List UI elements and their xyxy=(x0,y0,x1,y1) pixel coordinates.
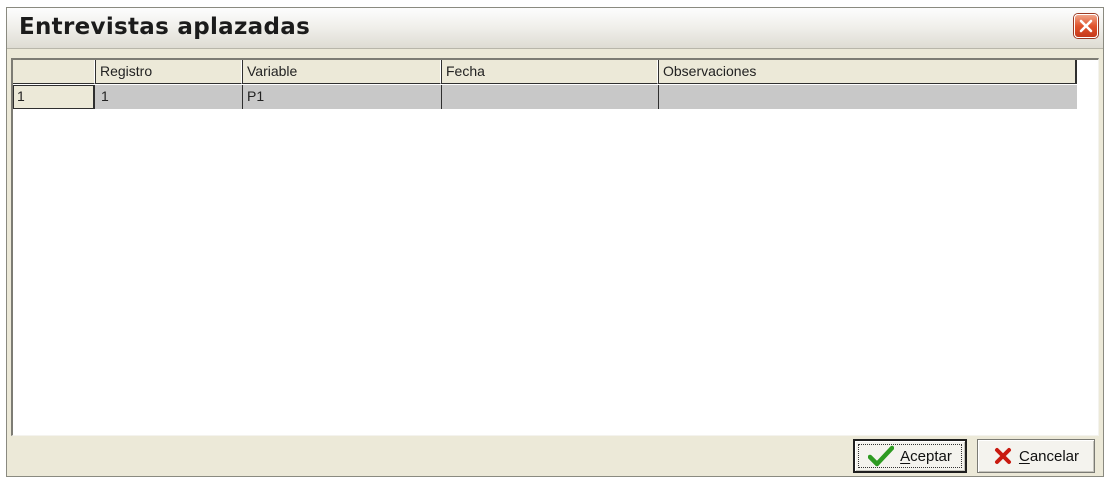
window-title: Entrevistas aplazadas xyxy=(19,14,311,40)
cancel-button[interactable]: Cancelar xyxy=(977,439,1095,473)
grid-header-row: Registro Variable Fecha Observaciones xyxy=(13,60,1077,84)
column-header-variable[interactable]: Variable xyxy=(242,60,441,84)
close-icon xyxy=(1079,19,1093,33)
column-header-observaciones[interactable]: Observaciones xyxy=(658,60,1077,84)
accept-button[interactable]: Aceptar xyxy=(853,439,967,473)
data-grid[interactable]: Registro Variable Fecha Observaciones 1 … xyxy=(11,58,1099,436)
header-corner xyxy=(13,60,95,84)
cancel-x-icon xyxy=(994,448,1011,464)
cell-registro[interactable]: 1 xyxy=(97,85,242,109)
cell-fecha[interactable] xyxy=(441,85,658,109)
button-bar: Aceptar Cancelar xyxy=(11,436,1099,474)
cell-observaciones[interactable] xyxy=(658,85,1077,109)
row-indicator-box xyxy=(13,85,95,109)
title-bar[interactable]: Entrevistas aplazadas xyxy=(7,8,1103,49)
column-header-fecha[interactable]: Fecha xyxy=(441,60,658,84)
table-row[interactable]: 1 1 P1 xyxy=(13,85,1077,109)
close-button[interactable] xyxy=(1074,14,1098,38)
focus-rect xyxy=(858,444,962,468)
dialog-window: Entrevistas aplazadas Registro Variable … xyxy=(6,7,1104,477)
cancel-label: Cancelar xyxy=(1018,447,1080,465)
cell-variable[interactable]: P1 xyxy=(242,85,441,109)
column-header-registro[interactable]: Registro xyxy=(95,60,242,84)
